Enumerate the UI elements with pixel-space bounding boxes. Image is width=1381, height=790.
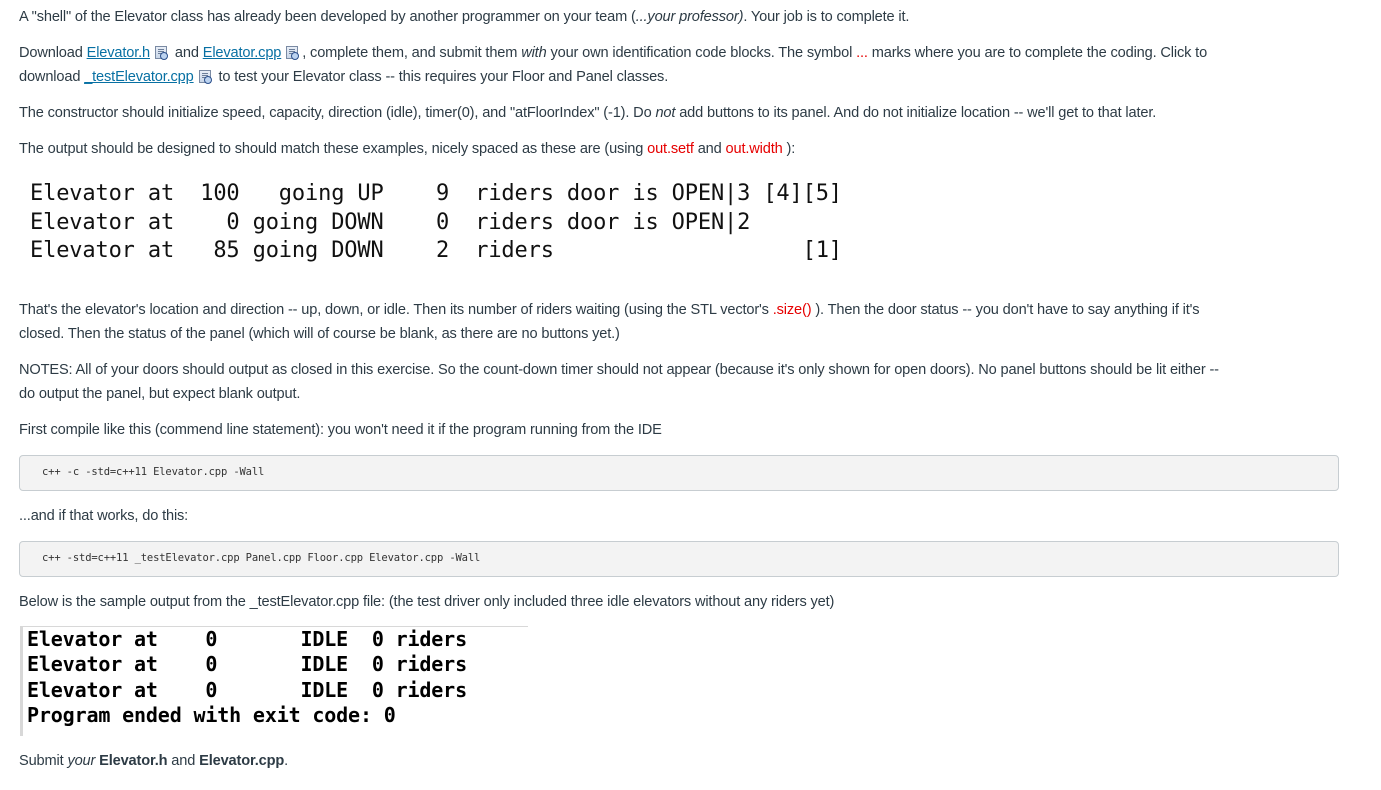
sample-output-image: Elevator at 0 IDLE 0 riders Elevator at 0… [20,626,528,736]
download-text-3: marks where you are to complete the codi… [867,45,1208,61]
with-italic: with [521,45,547,61]
elevator-h-link[interactable]: Elevator.h [87,45,151,61]
output-intro-end: ): [782,141,796,157]
example-output-block: Elevator at 100 going UP 9 riders door i… [30,180,842,266]
constructor-paragraph: The constructor should initialize speed,… [19,101,1156,125]
sample-output-text: Elevator at 0 IDLE 0 riders Elevator at 0… [27,627,528,728]
explanation-line1: That's the elevator's location and direc… [19,298,1200,322]
compile-intro: First compile like this (commend line st… [19,422,662,438]
explanation-text-2: ). Then the door status -- you don't hav… [811,302,1200,318]
download-line2-suffix: to test your Elevator class -- this requ… [214,69,669,85]
download-and: and [171,45,203,61]
intro-text-end: . Your job is to complete it. [743,9,910,25]
download-paragraph-line1: Download Elevator.h and Elevator.cpp , co… [19,41,1207,65]
elevator-cpp-link[interactable]: Elevator.cpp [203,45,282,61]
constructor-text: The constructor should initialize speed,… [19,105,656,121]
explanation-line2: closed. Then the status of the panel (wh… [19,326,620,342]
compile-then: ...and if that works, do this: [19,508,189,524]
download-line2-prefix: download [19,69,85,85]
sample-output-line: Elevator at 0 IDLE 0 riders [27,677,467,702]
out-width-code: out.width [725,141,783,157]
sample-output-exit-line: Program ended with exit code: 0 [27,702,396,727]
submit-and: and [167,753,200,769]
intro-italic: ...your professor) [635,9,744,25]
link-command: c++ -std=c++11 _testElevator.cpp Panel.c… [42,552,481,564]
output-intro-and: and [693,141,726,157]
notes-line1: NOTES: All of your doors should output a… [19,362,1219,378]
intro-text: A "shell" of the Elevator class has alre… [19,9,636,25]
not-italic: not [655,105,676,121]
ellipsis-symbol: ... [856,45,868,61]
submit-your: your [67,753,96,769]
submit-file-h: Elevator.h [99,753,168,769]
sample-intro: Below is the sample output from the _tes… [19,594,835,610]
explanation-text: That's the elevator's location and direc… [19,302,773,318]
submit-period: . [284,753,289,769]
sample-output-line: Elevator at 0 IDLE 0 riders [27,652,467,677]
download-prefix: Download [19,45,87,61]
download-text: , complete them, and submit them [302,45,522,61]
download-paragraph-line2: download _testElevator.cpp to test your … [19,65,668,89]
test-elevator-cpp-link[interactable]: _testElevator.cpp [84,69,194,85]
submit-prefix: Submit [19,753,68,769]
example-output-line: Elevator at 85 going DOWN 2 riders [1] [30,238,842,263]
document-preview-icon[interactable] [286,46,300,60]
compile-command-box: c++ -c -std=c++11 Elevator.cpp -Wall [19,455,1339,491]
download-text-2: your own identification code blocks. The… [546,45,857,61]
example-output-line: Elevator at 100 going UP 9 riders door i… [30,181,842,206]
submit-file-cpp: Elevator.cpp [199,753,285,769]
constructor-text-2: add buttons to its panel. And do not ini… [675,105,1157,121]
document-preview-icon[interactable] [155,46,169,60]
size-code: .size() [772,302,812,318]
sample-output-line: Elevator at 0 IDLE 0 riders [27,627,467,651]
output-intro-paragraph: The output should be designed to should … [19,137,795,161]
intro-paragraph: A "shell" of the Elevator class has alre… [19,5,909,29]
example-output-line: Elevator at 0 going DOWN 0 riders door i… [30,209,751,235]
link-command-box: c++ -std=c++11 _testElevator.cpp Panel.c… [19,541,1339,577]
out-setf-code: out.setf [647,141,694,157]
document-preview-icon[interactable] [198,70,212,84]
compile-command: c++ -c -std=c++11 Elevator.cpp -Wall [42,466,265,478]
output-intro-text: The output should be designed to should … [19,141,648,157]
submit-paragraph: Submit your Elevator.h and Elevator.cpp. [19,749,288,773]
notes-line2: do output the panel, but expect blank ou… [19,386,301,402]
